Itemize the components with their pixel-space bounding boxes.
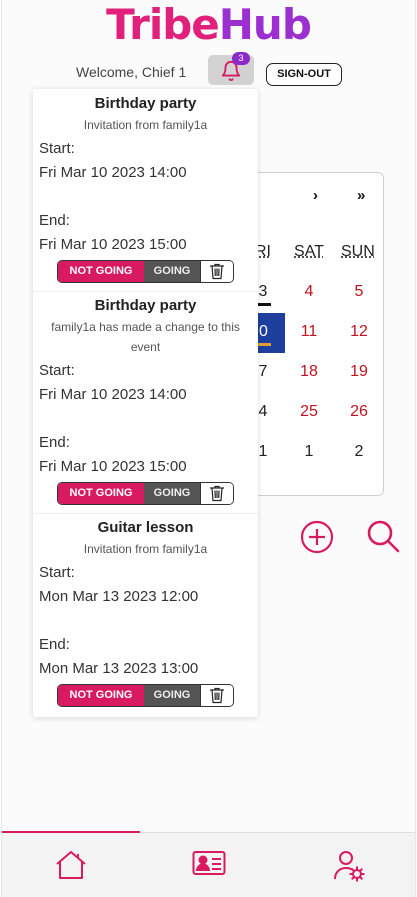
id-card-icon (192, 851, 226, 875)
calendar-day[interactable]: 12 (339, 323, 379, 341)
start-time: Fri Mar 10 2023 14:00 (39, 386, 187, 403)
nav-home[interactable] (54, 849, 88, 885)
divider (33, 513, 258, 514)
search-button[interactable] (365, 518, 401, 558)
notification-item: Guitar lesson Invitation from family1a S… (33, 519, 258, 681)
calendar-last-button[interactable]: » (357, 187, 365, 204)
divider (33, 291, 258, 292)
signout-button[interactable]: SIGN-OUT (266, 63, 342, 86)
notification-subtitle: Invitation from family1a (83, 542, 208, 556)
end-time: Mon Mar 13 2023 13:00 (39, 660, 199, 677)
end-label: End: (39, 212, 70, 229)
plus-circle-icon (300, 520, 334, 554)
notification-subtitle: Invitation from family1a (83, 118, 208, 132)
start-label: Start: (39, 362, 75, 379)
delete-button[interactable] (200, 483, 233, 504)
rsvp-buttons: NOT GOING GOING (57, 684, 234, 707)
calendar-day[interactable]: 1 (289, 443, 329, 461)
calendar-day[interactable]: 26 (339, 403, 379, 421)
nav-settings[interactable] (332, 849, 368, 887)
notification-title: Birthday party (94, 297, 197, 314)
nav-contacts[interactable] (192, 849, 226, 881)
end-time: Fri Mar 10 2023 15:00 (39, 236, 187, 253)
calendar-day[interactable]: 5 (339, 283, 379, 301)
end-label: End: (39, 636, 70, 653)
calendar-header-sat: SAT (294, 243, 324, 260)
rsvp-buttons: NOT GOING GOING (57, 482, 234, 505)
active-tab-indicator (2, 831, 140, 833)
bottom-nav (2, 831, 415, 897)
delete-button[interactable] (200, 685, 233, 706)
add-event-button[interactable] (300, 520, 334, 558)
calendar-day[interactable]: 18 (289, 363, 329, 381)
trash-icon (210, 485, 224, 502)
start-label: Start: (39, 140, 75, 157)
calendar-day[interactable]: 25 (289, 403, 329, 421)
not-going-button[interactable]: NOT GOING (58, 261, 144, 282)
logo-tribe: Tribe (106, 0, 220, 49)
notification-item: Birthday party family1a has made a chang… (33, 297, 258, 479)
calendar-day[interactable]: 19 (339, 363, 379, 381)
delete-button[interactable] (200, 261, 233, 282)
logo-hub: Hub (218, 0, 312, 49)
not-going-button[interactable]: NOT GOING (58, 483, 144, 504)
home-icon (56, 851, 86, 879)
notification-badge: 3 (232, 52, 250, 65)
notification-item: Birthday party Invitation from family1a … (33, 95, 258, 257)
user-settings-icon (334, 851, 365, 882)
end-time: Fri Mar 10 2023 15:00 (39, 458, 187, 475)
calendar-day[interactable]: 2 (339, 443, 379, 461)
calendar-marker (257, 303, 271, 306)
end-label: End: (39, 434, 70, 451)
calendar-day[interactable]: 11 (289, 323, 329, 341)
notifications-button[interactable]: 3 (208, 52, 254, 85)
going-button[interactable]: GOING (144, 483, 200, 504)
notification-title: Guitar lesson (97, 519, 194, 536)
calendar-day[interactable]: 4 (289, 283, 329, 301)
welcome-text: Welcome, Chief 1 (76, 64, 187, 80)
calendar: › » RI SAT SUN 3 4 5 0 11 12 7 18 19 4 2… (236, 172, 384, 496)
not-going-button[interactable]: NOT GOING (58, 685, 144, 706)
rsvp-buttons: NOT GOING GOING (57, 260, 234, 283)
search-icon (367, 520, 400, 553)
calendar-next-button[interactable]: › (313, 187, 318, 204)
going-button[interactable]: GOING (144, 261, 200, 282)
start-time: Mon Mar 13 2023 12:00 (39, 588, 199, 605)
start-time: Fri Mar 10 2023 14:00 (39, 164, 187, 181)
trash-icon (210, 687, 224, 704)
notification-title: Birthday party (94, 95, 197, 112)
calendar-header-sun: SUN (341, 243, 375, 260)
trash-icon (210, 263, 224, 280)
going-button[interactable]: GOING (144, 685, 200, 706)
calendar-today-number: 0 (259, 323, 268, 340)
notifications-dropdown: Birthday party Invitation from family1a … (33, 89, 258, 717)
notification-subtitle: family1a has made a change to this event (51, 320, 240, 354)
start-label: Start: (39, 564, 75, 581)
app-logo: TribeHub (0, 2, 417, 48)
